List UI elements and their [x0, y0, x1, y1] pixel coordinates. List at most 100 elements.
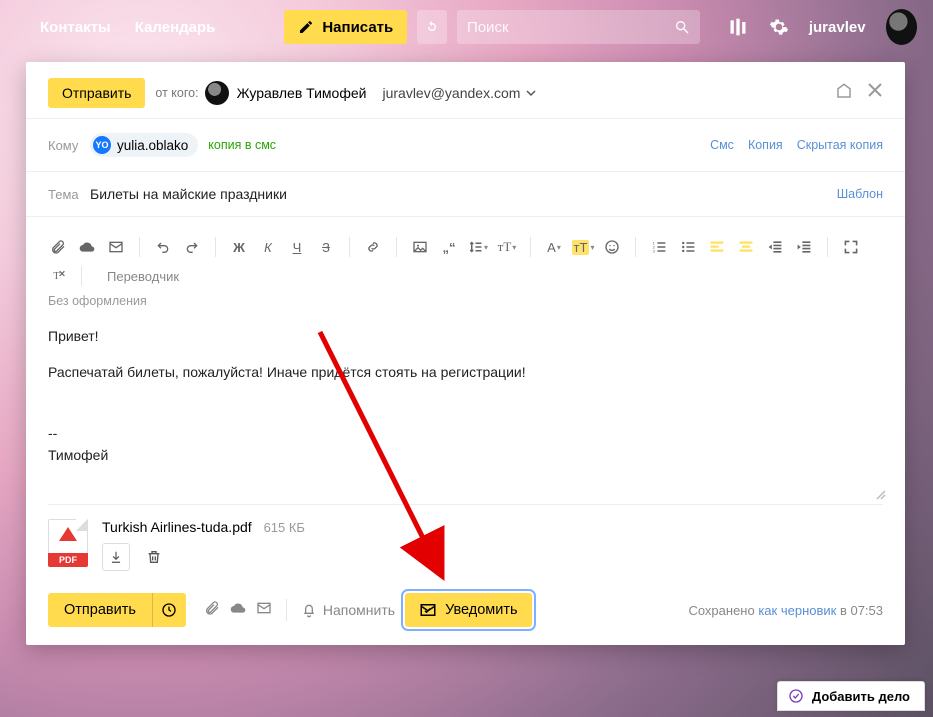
fullscreen-button[interactable]: [841, 237, 861, 257]
footer-mail-button[interactable]: [256, 600, 272, 621]
attach-mail-button[interactable]: [106, 237, 126, 257]
from-name: Журавлев Тимофей: [237, 85, 367, 101]
message-body[interactable]: Привет! Распечатай билеты, пожалуйста! И…: [48, 318, 883, 498]
search-input[interactable]: [467, 19, 666, 36]
lineheight-button[interactable]: ▾: [468, 237, 488, 257]
image-button[interactable]: [410, 237, 430, 257]
align-left-button[interactable]: [707, 237, 727, 257]
draft-link[interactable]: как черновик: [758, 603, 836, 618]
remind-label: Напомнить: [323, 602, 395, 618]
download-icon: [109, 550, 123, 564]
indent-button[interactable]: [765, 237, 785, 257]
nav-calendar[interactable]: Календарь: [135, 19, 216, 36]
from-email-text: juravlev@yandex.com: [382, 85, 520, 101]
notify-button[interactable]: Уведомить: [405, 593, 531, 627]
attachment: PDF Turkish Airlines-tuda.pdf 615 КБ: [48, 519, 883, 577]
indent-icon: [767, 239, 783, 255]
send-schedule-button[interactable]: [152, 593, 186, 627]
subject-field[interactable]: Тема Шаблон: [48, 182, 883, 206]
settings-button[interactable]: [766, 13, 790, 41]
strike-button[interactable]: З: [316, 237, 336, 257]
numbered-list-button[interactable]: 123: [649, 237, 669, 257]
attach-button[interactable]: [48, 237, 68, 257]
compose-button[interactable]: Написать: [284, 10, 407, 44]
add-task-label: Добавить дело: [812, 689, 910, 704]
nav-contacts[interactable]: Контакты: [40, 19, 111, 36]
compose-panel: Отправить от кого: Журавлев Тимофей jura…: [26, 62, 905, 645]
translator-button[interactable]: Переводчик: [107, 269, 179, 284]
attachment-filename[interactable]: Turkish Airlines-tuda.pdf: [102, 519, 252, 535]
close-button[interactable]: [867, 82, 883, 105]
bullet-list-button[interactable]: [678, 237, 698, 257]
themes-button[interactable]: [726, 13, 750, 41]
footer-cloud-button[interactable]: [230, 600, 246, 621]
emoji-button[interactable]: [602, 237, 622, 257]
outdent-button[interactable]: [794, 237, 814, 257]
top-nav: Контакты Календарь Написать juravlev: [0, 0, 933, 54]
bcc-link[interactable]: Скрытая копия: [797, 138, 883, 152]
popout-icon: [835, 82, 853, 100]
text-color-button[interactable]: A▾: [544, 237, 564, 257]
send-button[interactable]: Отправить: [48, 593, 152, 627]
no-formatting-toggle[interactable]: Без оформления: [48, 294, 883, 318]
sms-copy-label[interactable]: копия в смс: [208, 138, 276, 152]
resize-icon: [873, 487, 887, 501]
fontsize-button[interactable]: тТ▾: [497, 237, 517, 257]
link-button[interactable]: [363, 237, 383, 257]
redo-icon: [184, 239, 200, 255]
bell-icon: [301, 602, 317, 618]
from-email-dropdown[interactable]: juravlev@yandex.com: [382, 85, 536, 101]
undo-button[interactable]: [153, 237, 173, 257]
send-button-top[interactable]: Отправить: [48, 78, 145, 108]
template-link[interactable]: Шаблон: [837, 187, 883, 201]
account-avatar[interactable]: [886, 9, 917, 45]
resize-handle[interactable]: [873, 486, 887, 500]
notify-icon: [419, 601, 437, 619]
redo-button[interactable]: [182, 237, 202, 257]
paperclip-icon: [50, 239, 66, 255]
paperclip-icon: [204, 600, 220, 616]
svg-text:T: T: [53, 271, 60, 282]
bold-button[interactable]: Ж: [229, 237, 249, 257]
recipient-badge: YO: [93, 136, 111, 154]
download-attachment-button[interactable]: [102, 543, 130, 571]
refresh-icon: [424, 19, 440, 35]
subject-label: Тема: [48, 187, 90, 202]
to-field[interactable]: Кому YO yulia.oblako копия в смс Смс Коп…: [48, 129, 883, 161]
align-left-icon: [709, 239, 725, 255]
sms-link[interactable]: Смс: [710, 138, 734, 152]
attach-cloud-button[interactable]: [77, 237, 97, 257]
delete-attachment-button[interactable]: [140, 543, 168, 571]
account-username[interactable]: juravlev: [809, 19, 866, 36]
compose-icon: [298, 19, 314, 35]
link-icon: [365, 239, 381, 255]
gear-icon: [769, 17, 789, 37]
send-split: Отправить: [48, 593, 186, 627]
attachment-size: 615 КБ: [264, 520, 305, 535]
refresh-button[interactable]: [417, 10, 447, 44]
footer-attach-button[interactable]: [204, 600, 220, 621]
body-line: Тимофей: [48, 445, 883, 467]
align-center-button[interactable]: [736, 237, 756, 257]
recipient-chip[interactable]: YO yulia.oblako: [90, 133, 198, 157]
remind-button[interactable]: Напомнить: [301, 602, 395, 618]
saved-status: Сохранено как черновик в 07:53: [688, 603, 883, 618]
italic-button[interactable]: К: [258, 237, 278, 257]
svg-text:3: 3: [653, 249, 656, 254]
clear-format-button[interactable]: T: [48, 266, 68, 286]
body-line: Распечатай билеты, пожалуйста! Иначе при…: [48, 362, 883, 384]
subject-input[interactable]: [90, 186, 837, 202]
pdf-file-icon[interactable]: PDF: [48, 519, 88, 567]
body-line: --: [48, 423, 883, 445]
quote-button[interactable]: „“: [439, 237, 459, 257]
popout-button[interactable]: [835, 82, 853, 105]
from-label: от кого:: [155, 86, 198, 100]
search-box[interactable]: [457, 10, 700, 44]
clear-format-icon: T: [50, 268, 66, 284]
from-avatar: [205, 81, 229, 105]
underline-button[interactable]: Ч: [287, 237, 307, 257]
cc-link[interactable]: Копия: [748, 138, 783, 152]
add-task-button[interactable]: Добавить дело: [777, 681, 925, 711]
align-center-icon: [738, 239, 754, 255]
bg-color-button[interactable]: тТ▾: [573, 237, 593, 257]
